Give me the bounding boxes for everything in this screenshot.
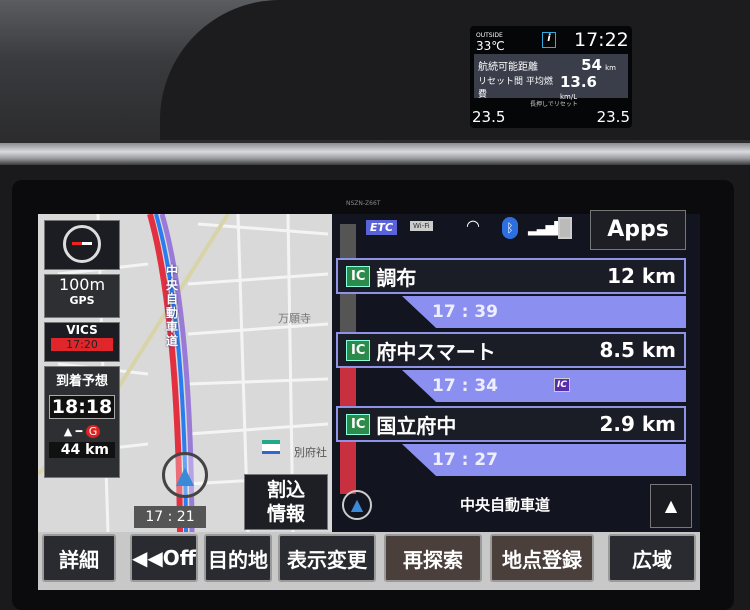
convenience-store-icon xyxy=(262,440,280,454)
ic-time: 17 : 39 xyxy=(402,296,686,328)
bluetooth-icon: ᛒ xyxy=(502,217,518,239)
scroll-up-button[interactable]: ▲ xyxy=(650,484,692,528)
battery-icon xyxy=(558,217,572,239)
fuel-label: リセット間 平均燃費 xyxy=(478,77,553,100)
compass-button[interactable] xyxy=(44,220,120,270)
place-label: 万願寺 xyxy=(278,312,311,325)
ic-time: 17 : 34 xyxy=(402,370,686,402)
remaining-distance: 44 km xyxy=(49,442,115,458)
eta-label: 到着予想 xyxy=(55,374,108,389)
interrupt-info-button[interactable]: 割込 情報 xyxy=(244,474,328,530)
current-time: 17 : 21 xyxy=(134,506,206,528)
ic-distance: 2.9 km xyxy=(599,412,676,436)
wifi-icon: ◠ xyxy=(466,216,480,235)
ic-distance: 12 km xyxy=(607,264,676,288)
ic-row-kunitachi-fuchu[interactable]: IC 国立府中 2.9 km xyxy=(336,406,686,442)
ic-badge: IC xyxy=(346,265,371,287)
highway-panel: ETC Wi-Fi ◠ ᛒ ▂▃▅▇ Apps IC 調布 12 km 17 : 3… xyxy=(332,210,700,532)
vehicle-position-icon: ▲ xyxy=(162,452,208,498)
multi-info-display: OUTSIDE 33℃ i 17:22 航続可能距離 54 km リセット間 平均… xyxy=(470,26,632,128)
temp-right: 23.5 xyxy=(596,108,630,126)
ic-distance: 8.5 km xyxy=(599,338,676,362)
range-label: 航続可能距離 xyxy=(478,61,538,73)
ic-name: 調布 xyxy=(376,265,417,290)
chrome-trim xyxy=(0,143,750,165)
scale-panel[interactable]: 100m GPS xyxy=(44,274,120,318)
vehicle-icon: ▲ xyxy=(342,490,372,520)
compass-icon xyxy=(63,225,101,263)
etc-badge: ETC xyxy=(366,220,398,235)
ic-row-chofu[interactable]: IC 調布 12 km xyxy=(336,258,686,294)
range-value: 54 xyxy=(581,56,602,74)
etc-ic-badge: IC xyxy=(554,378,570,392)
wifi-badge: Wi-Fi xyxy=(410,221,433,231)
gps-label: GPS xyxy=(69,294,95,307)
reset-hint: 長押しでリセット xyxy=(530,101,578,108)
reroute-button[interactable]: 再探索 xyxy=(384,534,482,582)
vics-panel[interactable]: VICS 17:20 xyxy=(44,322,120,362)
outside-label: OUTSIDE xyxy=(476,32,503,39)
highway-road-name: 中央自動車道 xyxy=(460,496,551,514)
ic-name: 府中スマート xyxy=(376,339,496,364)
model-label: NSZN-Z66T xyxy=(346,200,381,207)
eta-time: 18:18 xyxy=(49,395,115,419)
outside-temp: 33℃ xyxy=(476,39,505,53)
clock: 17:22 xyxy=(574,29,629,51)
temp-left: 23.5 xyxy=(472,108,506,126)
ic-name: 国立府中 xyxy=(376,413,457,438)
register-point-button[interactable]: 地点登録 xyxy=(490,534,594,582)
destination-button[interactable]: 目的地 xyxy=(204,534,272,582)
display-change-button[interactable]: 表示変更 xyxy=(278,534,376,582)
info-icon: i xyxy=(542,32,556,48)
ic-time: 17 : 27 xyxy=(402,444,686,476)
apps-button[interactable]: Apps xyxy=(590,210,686,250)
scale-value: 100m xyxy=(58,275,106,294)
wide-area-button[interactable]: 広域 xyxy=(608,534,696,582)
off-button[interactable]: ◀◀Off xyxy=(130,534,198,582)
place-label: 別府社 xyxy=(294,446,327,459)
details-button[interactable]: 詳細 xyxy=(42,534,116,582)
ic-badge: IC xyxy=(346,339,371,361)
ic-row-fuchu-smart[interactable]: IC 府中スマート 8.5 km xyxy=(336,332,686,368)
nav-screen: 中央自動車道 万願寺 別府社 100m GPS VICS 17:20 到着予想 … xyxy=(38,210,700,590)
vics-time: 17:20 xyxy=(51,338,113,351)
map-view[interactable]: 中央自動車道 万願寺 別府社 100m GPS VICS 17:20 到着予想 … xyxy=(38,214,332,532)
fuel-value: 13.6 xyxy=(559,72,597,91)
range-unit: km xyxy=(605,64,616,72)
ic-badge: IC xyxy=(346,413,371,435)
fuel-row: リセット間 平均燃費 13.6 km/L xyxy=(474,72,628,101)
destination-flag-icon: ▲ ━ G xyxy=(45,425,119,438)
vics-label: VICS xyxy=(66,323,98,337)
eta-panel[interactable]: 到着予想 18:18 ▲ ━ G 44 km xyxy=(44,366,120,478)
dashboard-hood xyxy=(160,0,750,140)
road-label: 中央自動車道 xyxy=(166,264,179,348)
